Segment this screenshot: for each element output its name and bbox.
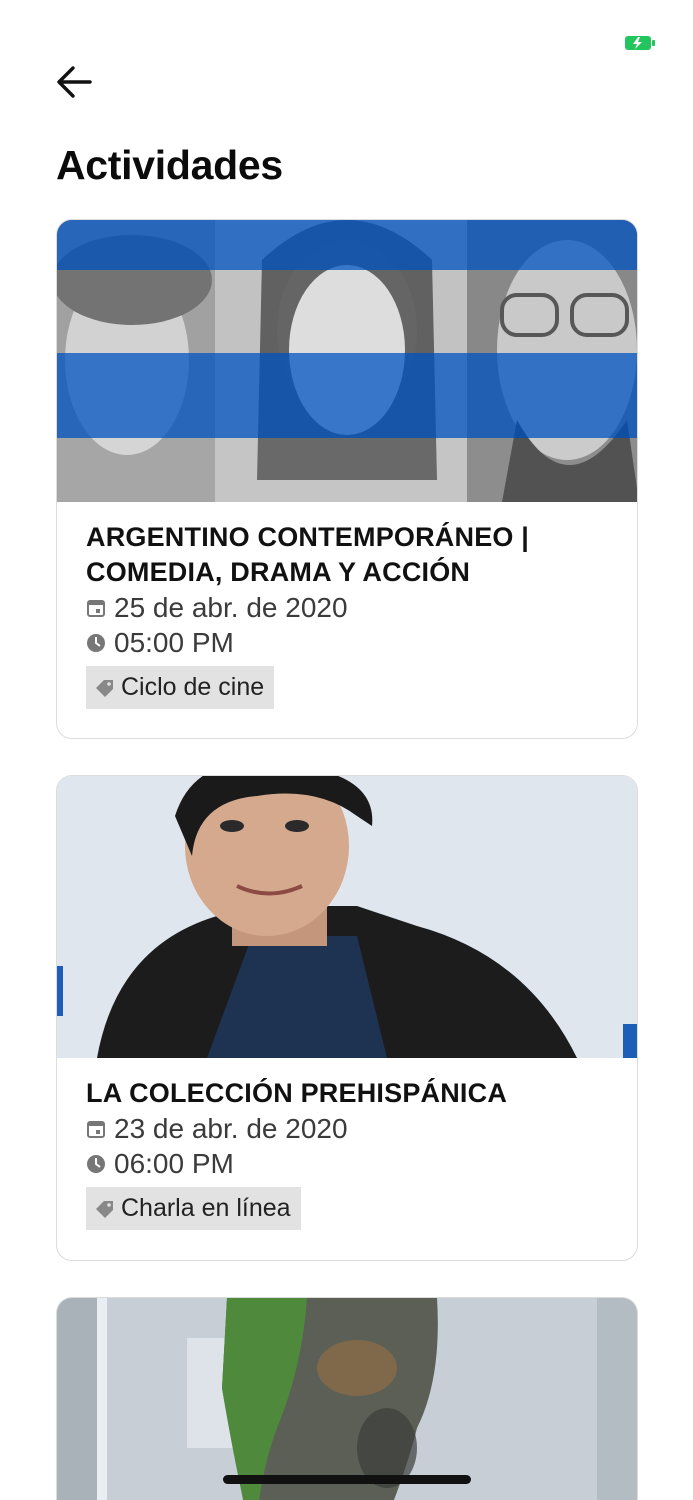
activity-time: 05:00 PM (114, 627, 234, 658)
activity-time-row: 06:00 PM (86, 1146, 637, 1181)
page-title: Actividades (56, 142, 283, 188)
activity-card[interactable]: ARGENTINO CONTEMPORÁNEO | COMEDIA, DRAMA… (56, 219, 638, 739)
clock-icon (86, 1154, 106, 1174)
back-button[interactable] (52, 60, 96, 104)
activity-category: Charla en línea (121, 1194, 291, 1222)
home-indicator[interactable] (223, 1475, 471, 1484)
battery-charging-icon (625, 36, 655, 50)
activity-card[interactable]: LA COLECCIÓN PREHISPÁNICA 23 de abr. de … (56, 775, 638, 1261)
activity-date: 25 de abr. de 2020 (114, 592, 348, 623)
activity-time: 06:00 PM (114, 1148, 234, 1179)
activity-date: 23 de abr. de 2020 (114, 1113, 348, 1144)
calendar-icon (86, 598, 106, 618)
activity-card[interactable] (56, 1297, 638, 1500)
activity-date-row: 25 de abr. de 2020 (86, 590, 637, 625)
activity-category-tag[interactable]: Ciclo de cine (86, 666, 275, 709)
arrow-left-icon (57, 66, 92, 98)
activity-title: ARGENTINO CONTEMPORÁNEO | COMEDIA, DRAMA… (86, 522, 530, 587)
activity-image (57, 776, 637, 1058)
activity-date-row: 23 de abr. de 2020 (86, 1111, 637, 1146)
activity-category: Ciclo de cine (121, 673, 265, 701)
clock-icon (86, 633, 106, 653)
calendar-icon (86, 1119, 106, 1139)
tag-icon (94, 1198, 116, 1220)
activity-category-tag[interactable]: Charla en línea (86, 1187, 301, 1230)
tag-icon (94, 677, 116, 699)
activity-image (57, 220, 637, 502)
activity-title: LA COLECCIÓN PREHISPÁNICA (86, 1078, 508, 1108)
activity-image (57, 1298, 637, 1500)
activity-time-row: 05:00 PM (86, 625, 637, 660)
